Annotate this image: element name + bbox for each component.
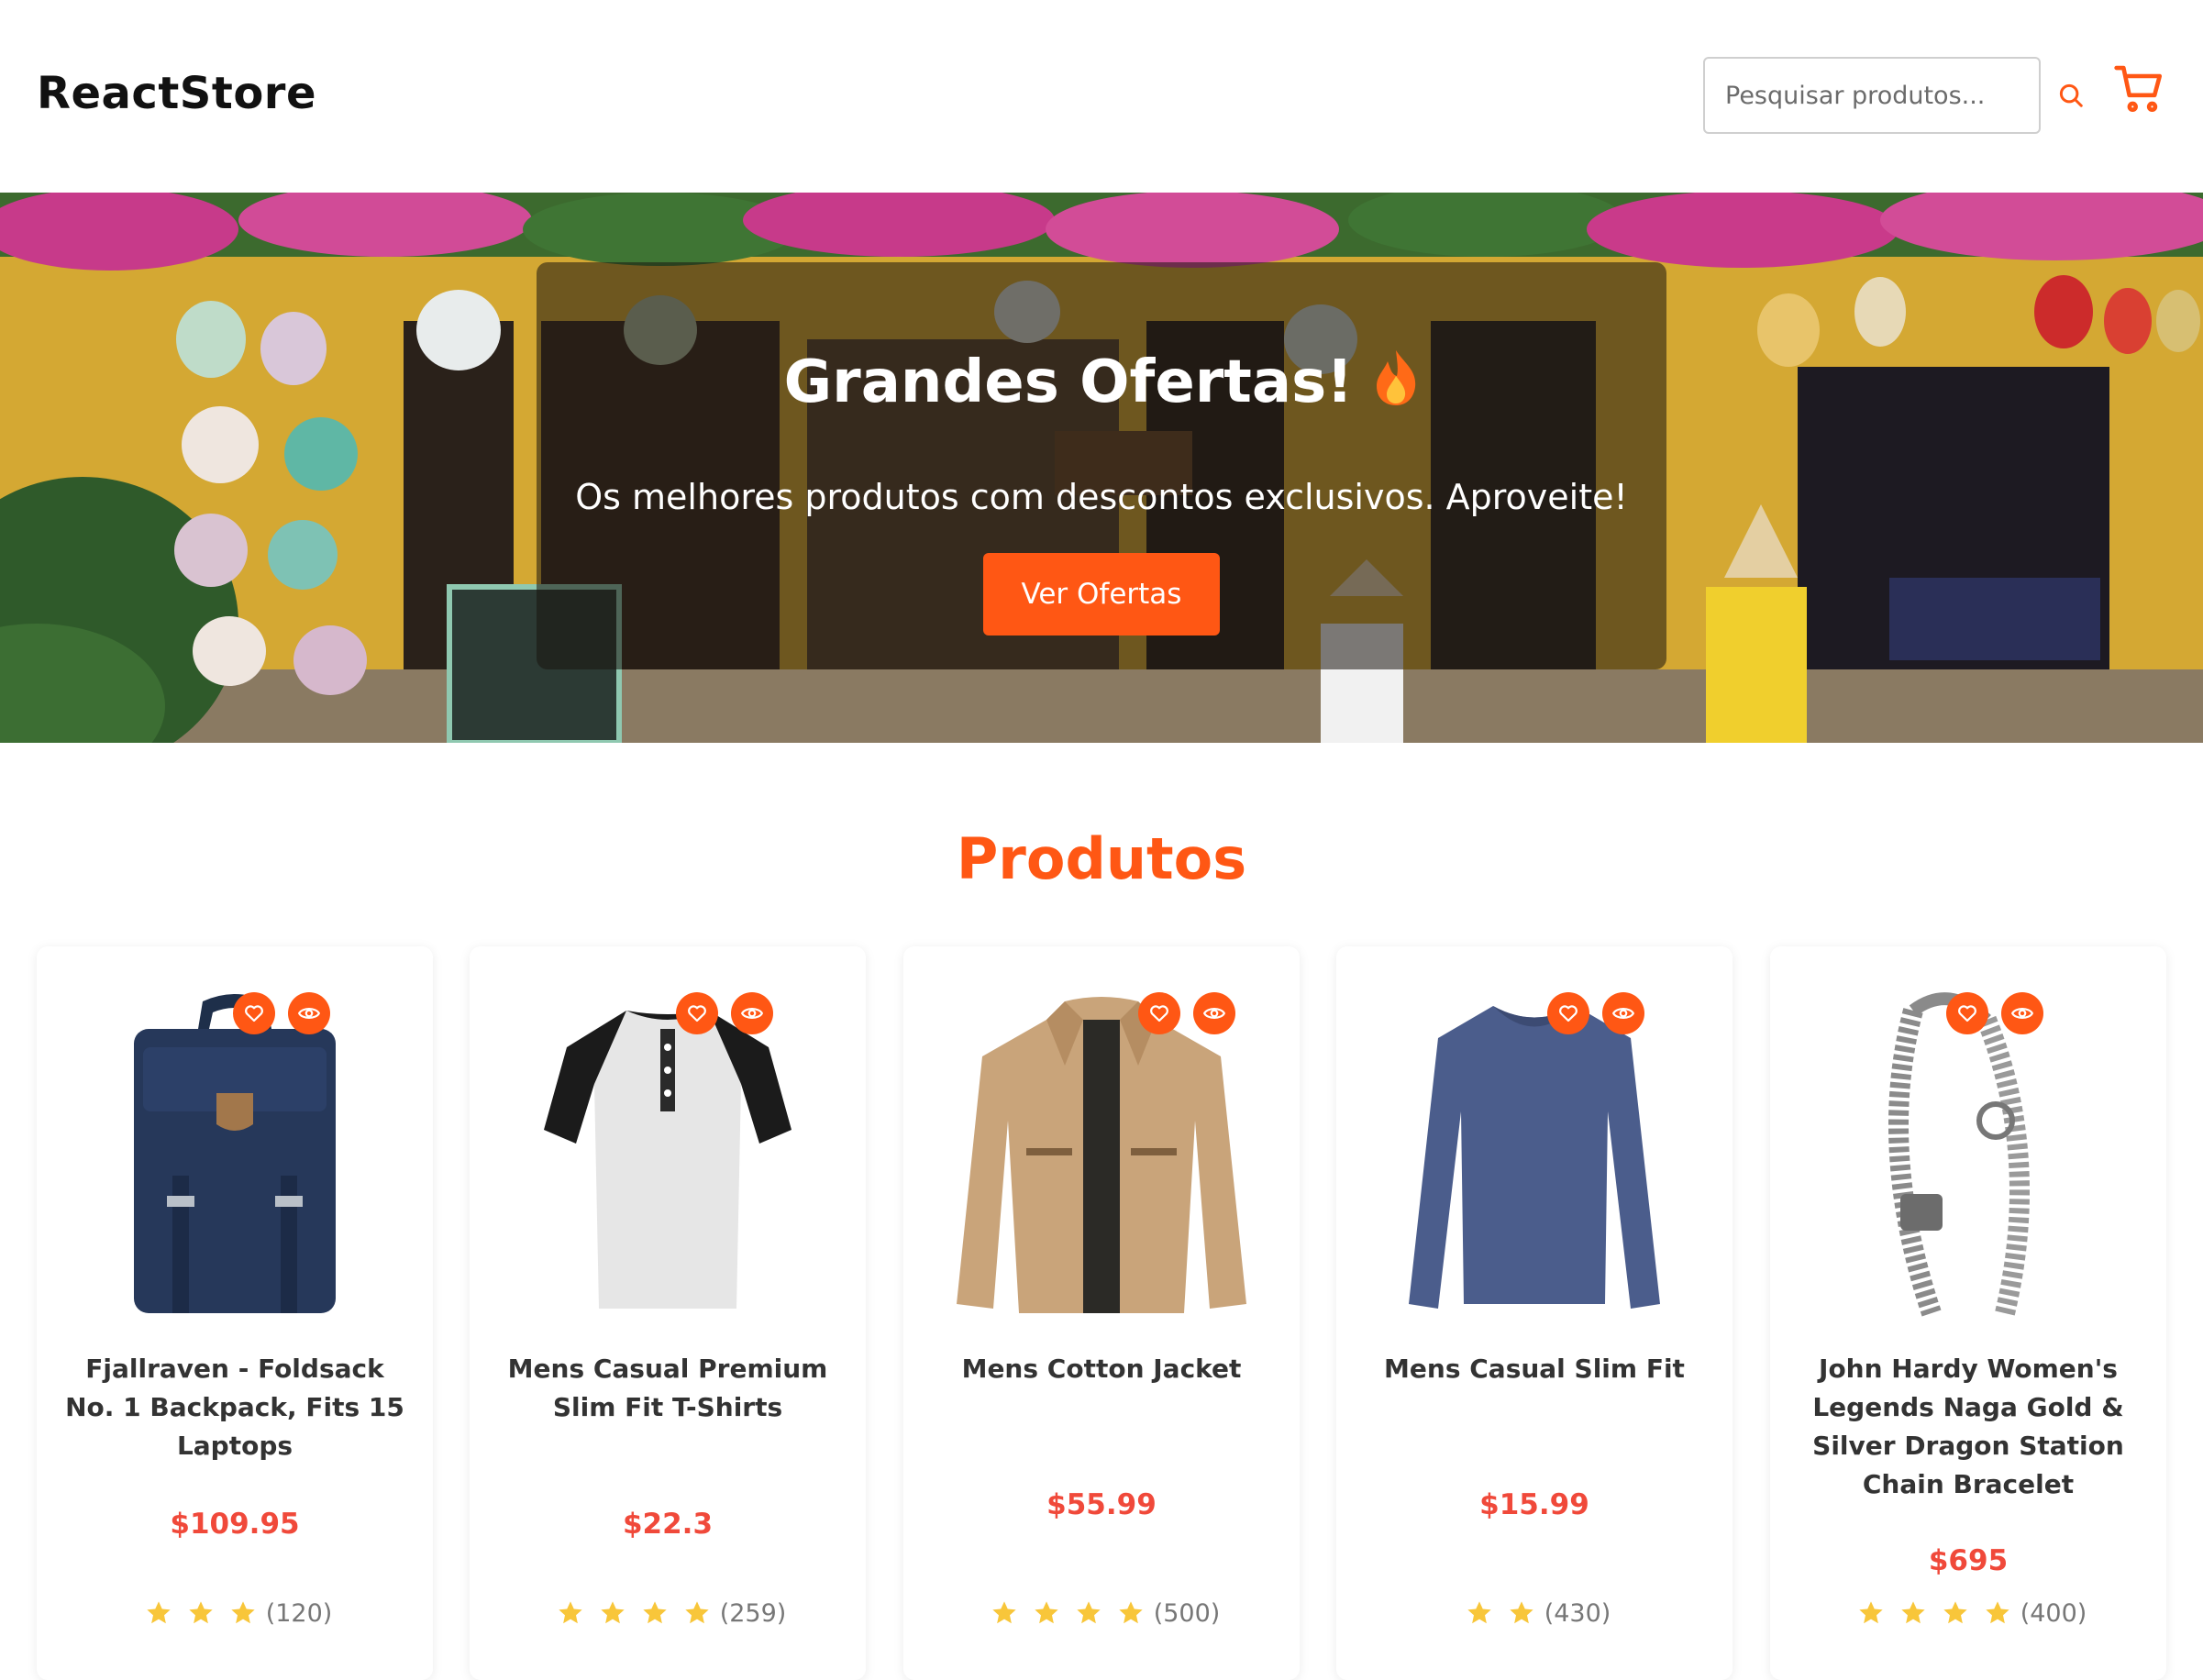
quick-view-button[interactable]	[731, 992, 773, 1034]
product-image[interactable]	[512, 974, 824, 1341]
star-icon	[1901, 1601, 1925, 1624]
product-name[interactable]: John Hardy Women's Legends Naga Gold & S…	[1792, 1350, 2144, 1504]
star-icon	[992, 1601, 1016, 1624]
product-price: $55.99	[1046, 1488, 1157, 1521]
product-image[interactable]	[1378, 974, 1690, 1341]
site-header: ReactStore	[0, 0, 2203, 193]
product-rating: (430)	[1336, 1598, 1733, 1628]
product-name[interactable]: Mens Casual Premium Slim Fit T-Shirts	[492, 1350, 844, 1427]
quick-view-button[interactable]	[1193, 992, 1235, 1034]
store-logo[interactable]: ReactStore	[37, 68, 316, 119]
product-card[interactable]: Mens Casual Premium Slim Fit T-Shirts $2…	[470, 946, 866, 1680]
products-section-title: Produtos	[956, 825, 1247, 892]
cart-icon	[2114, 65, 2163, 113]
heart-icon	[1150, 1005, 1168, 1022]
quick-view-button[interactable]	[2001, 992, 2043, 1034]
star-icon	[231, 1601, 255, 1624]
review-count: (120)	[265, 1598, 333, 1628]
product-card[interactable]: Mens Casual Slim Fit $15.99 (430)	[1336, 946, 1733, 1680]
heart-icon	[245, 1005, 263, 1022]
star-icon	[1035, 1601, 1058, 1624]
product-rating: (400)	[1770, 1598, 2166, 1628]
star-icon	[1943, 1601, 1967, 1624]
eye-icon	[1611, 1008, 1635, 1019]
product-card[interactable]: Mens Cotton Jacket $55.99 (500)	[903, 946, 1300, 1680]
quick-view-button[interactable]	[288, 992, 330, 1034]
favorite-button[interactable]	[1547, 992, 1589, 1034]
product-name[interactable]: Mens Cotton Jacket	[925, 1350, 1278, 1388]
star-icon	[1986, 1601, 2009, 1624]
product-price: $109.95	[170, 1508, 300, 1541]
hero-title: Grandes Ofertas!	[0, 348, 2203, 422]
product-price: $695	[1928, 1544, 2009, 1577]
hero-title-text: Grandes Ofertas!	[783, 348, 1354, 416]
star-icon	[1510, 1601, 1533, 1624]
product-card[interactable]: Fjallraven - Foldsack No. 1 Backpack, Fi…	[37, 946, 433, 1680]
product-name[interactable]: Mens Casual Slim Fit	[1358, 1350, 1710, 1388]
review-count: (259)	[719, 1598, 787, 1628]
eye-icon	[740, 1008, 764, 1019]
star-icon	[559, 1601, 582, 1624]
product-price: $22.3	[622, 1508, 714, 1541]
product-name[interactable]: Fjallraven - Foldsack No. 1 Backpack, Fi…	[59, 1350, 411, 1465]
star-icon	[685, 1601, 709, 1624]
search-button[interactable]	[2054, 79, 2087, 112]
heart-icon	[1559, 1005, 1578, 1022]
search-input[interactable]	[1725, 81, 2019, 110]
search-field[interactable]	[1703, 57, 2041, 134]
star-icon	[1467, 1601, 1491, 1624]
star-icon	[1077, 1601, 1101, 1624]
star-icon	[1119, 1601, 1143, 1624]
favorite-button[interactable]	[1946, 992, 1988, 1034]
star-icon	[147, 1601, 171, 1624]
product-price: $15.99	[1479, 1488, 1589, 1521]
hero-subtitle: Os melhores produtos com descontos exclu…	[575, 477, 1628, 517]
star-icon	[189, 1601, 213, 1624]
heart-icon	[688, 1005, 706, 1022]
search-icon	[2059, 83, 2083, 107]
star-icon	[643, 1601, 667, 1624]
product-image[interactable]	[79, 974, 391, 1341]
star-icon	[601, 1601, 625, 1624]
review-count: (500)	[1153, 1598, 1221, 1628]
eye-icon	[2010, 1008, 2034, 1019]
review-count: (400)	[2020, 1598, 2087, 1628]
favorite-button[interactable]	[676, 992, 718, 1034]
hero-banner: Grandes Ofertas! Os melhores produtos co…	[0, 193, 2203, 743]
view-offers-button[interactable]: Ver Ofertas	[983, 553, 1220, 636]
favorite-button[interactable]	[1138, 992, 1180, 1034]
product-card[interactable]: John Hardy Women's Legends Naga Gold & S…	[1770, 946, 2166, 1680]
review-count: (430)	[1544, 1598, 1611, 1628]
quick-view-button[interactable]	[1602, 992, 1644, 1034]
product-rating: (259)	[470, 1598, 866, 1628]
star-icon	[1859, 1601, 1883, 1624]
cart-button[interactable]	[2111, 61, 2168, 117]
product-rating: (500)	[903, 1598, 1300, 1628]
product-rating: (120)	[37, 1598, 433, 1628]
heart-icon	[1958, 1005, 1976, 1022]
eye-icon	[1202, 1008, 1226, 1019]
favorite-button[interactable]	[233, 992, 275, 1034]
fire-icon	[1373, 348, 1419, 422]
eye-icon	[297, 1008, 321, 1019]
